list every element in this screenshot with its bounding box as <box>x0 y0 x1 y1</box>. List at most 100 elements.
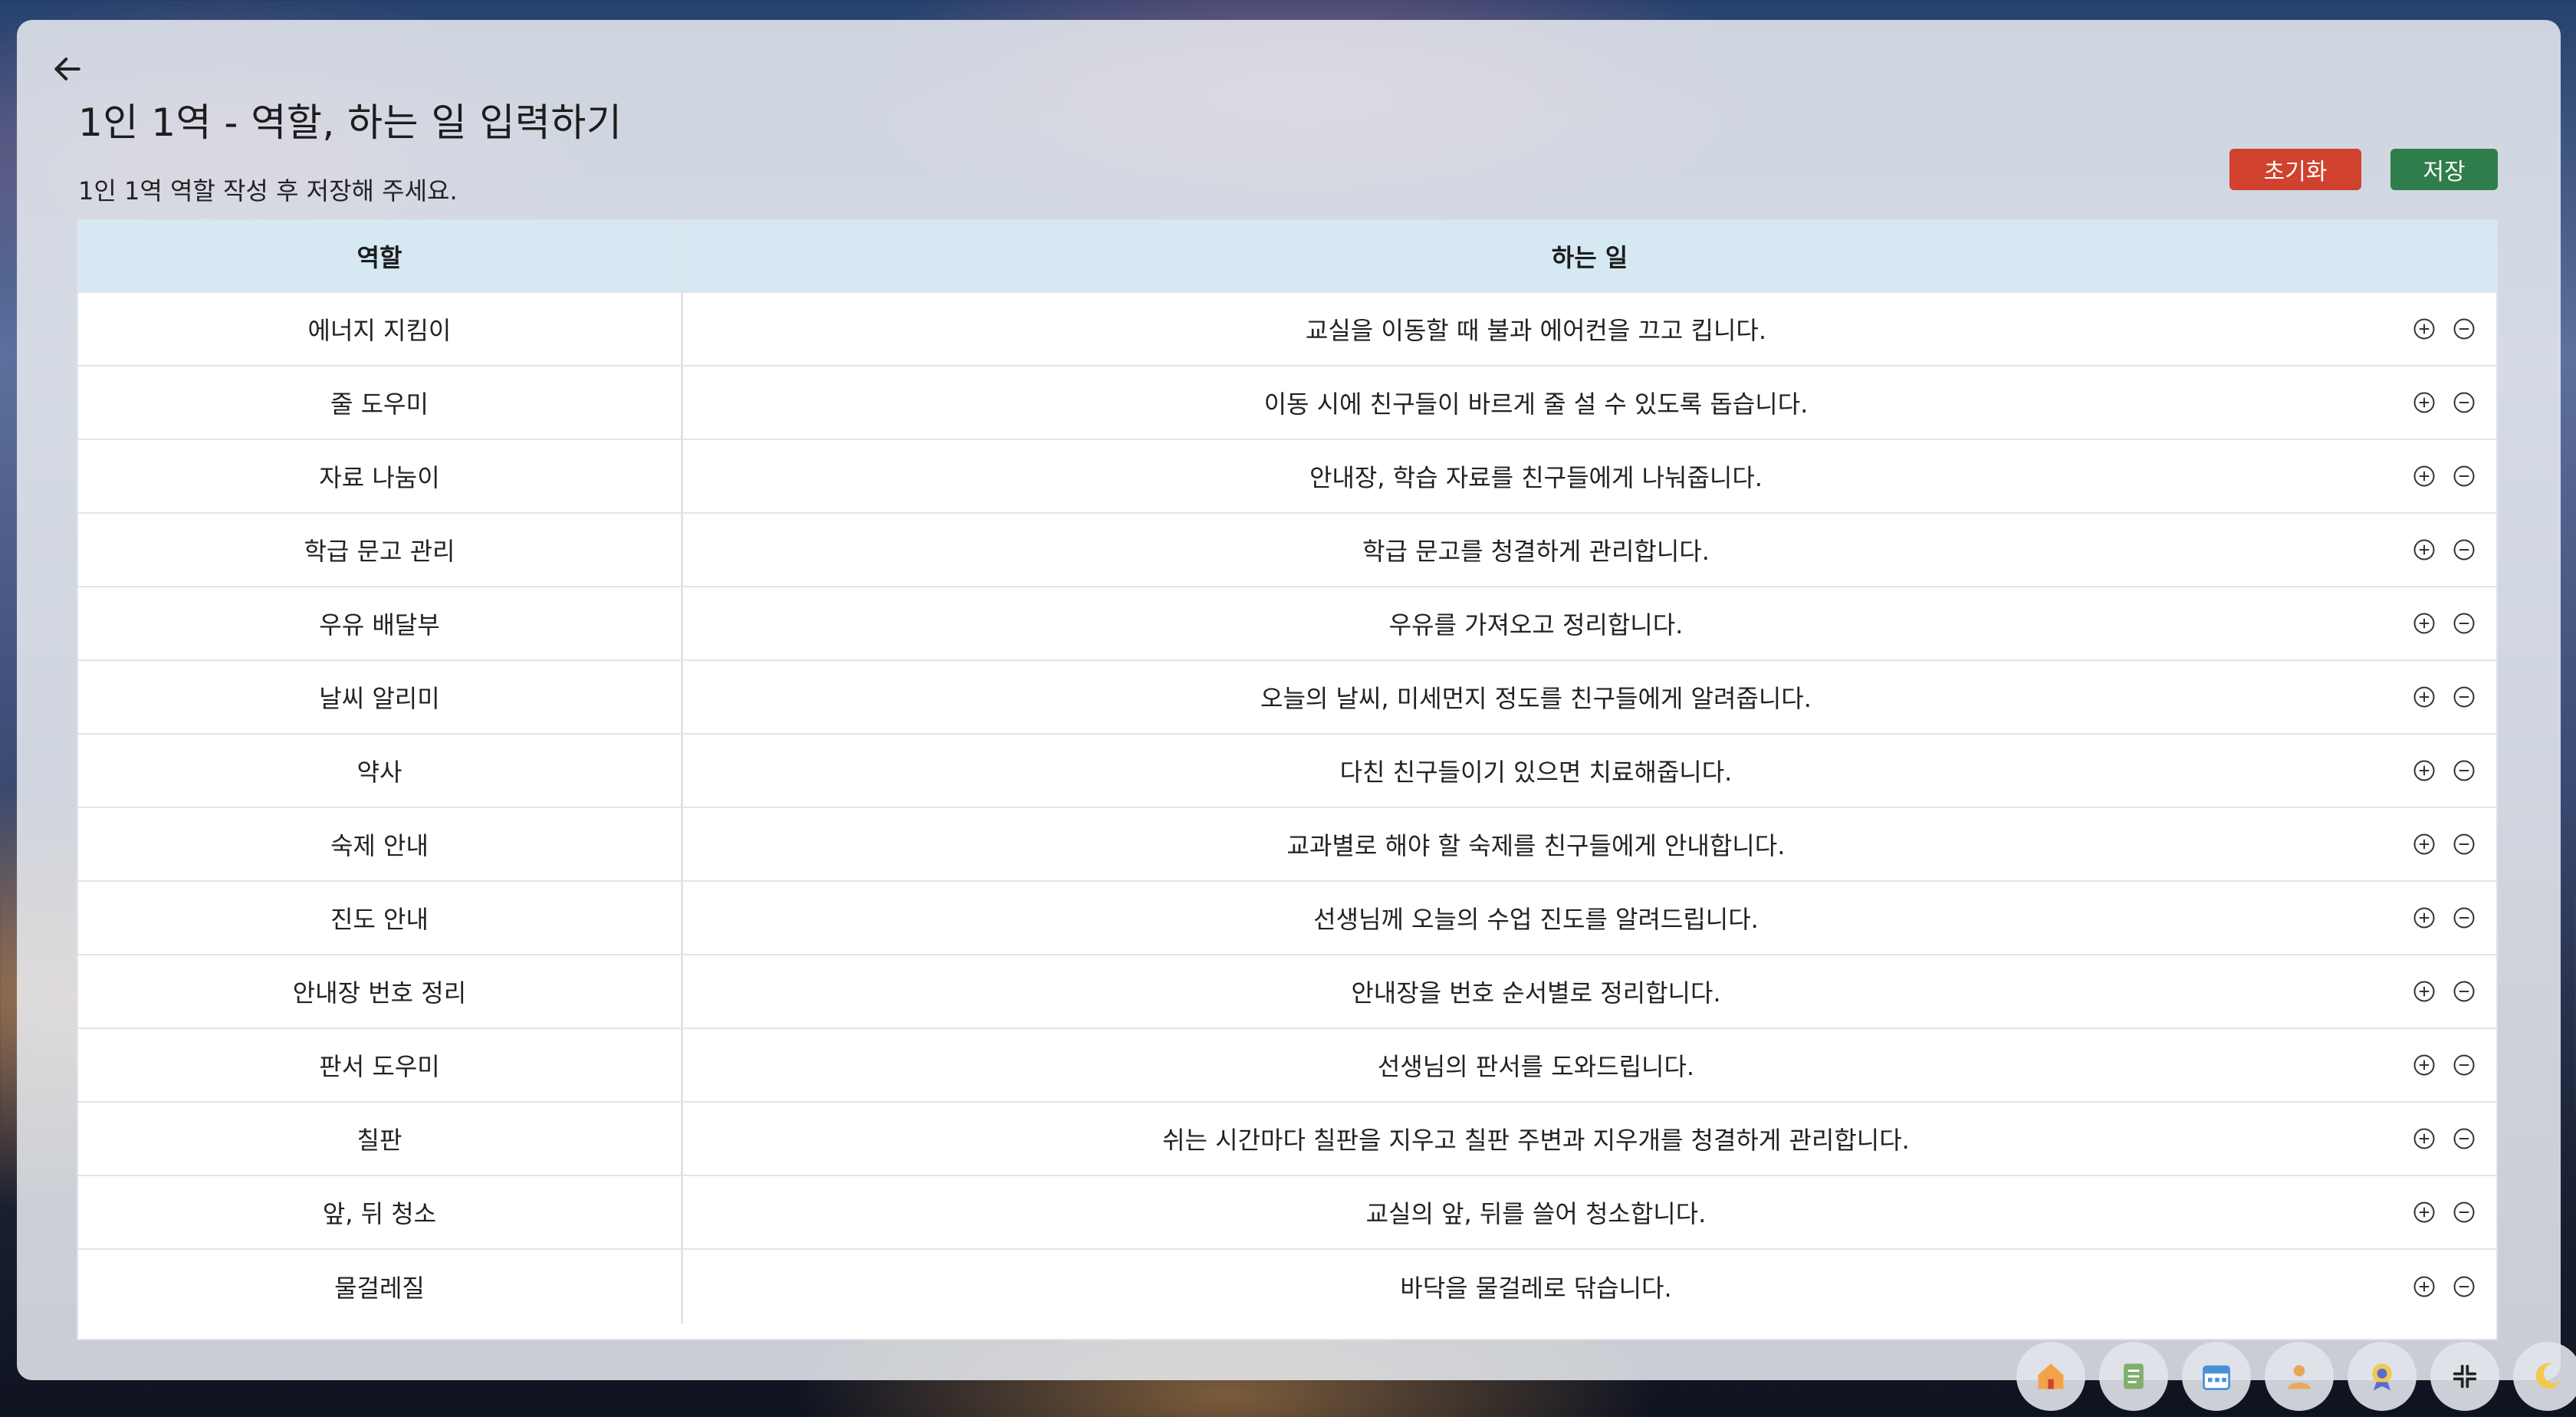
table-row: 우유 배달부 우유를 가져오고 정리합니다. <box>78 587 2496 661</box>
plus-circle-icon <box>2413 833 2435 855</box>
task-cell[interactable]: 선생님께 오늘의 수업 진도를 알려드립니다. <box>683 882 2496 954</box>
task-cell[interactable]: 교과별로 해야 할 숙제를 친구들에게 안내합니다. <box>683 808 2496 880</box>
remove-row-button[interactable] <box>2450 683 2478 711</box>
role-cell[interactable]: 줄 도우미 <box>78 367 683 439</box>
task-cell[interactable]: 이동 시에 친구들이 바르게 줄 설 수 있도록 돕습니다. <box>683 367 2496 439</box>
remove-row-button[interactable] <box>2450 757 2478 784</box>
remove-row-button[interactable] <box>2450 1125 2478 1152</box>
remove-row-button[interactable] <box>2450 536 2478 564</box>
plus-circle-icon <box>2413 981 2435 1002</box>
reset-button[interactable]: 초기화 <box>2229 149 2361 190</box>
dock-person-button[interactable] <box>2265 1342 2334 1411</box>
add-row-button[interactable] <box>2410 683 2438 711</box>
role-cell[interactable]: 앞, 뒤 청소 <box>78 1176 683 1248</box>
task-cell[interactable]: 다친 친구들이기 있으면 치료해줍니다. <box>683 735 2496 807</box>
remove-row-button[interactable] <box>2450 610 2478 637</box>
row-actions <box>2410 661 2478 733</box>
row-actions <box>2410 735 2478 807</box>
task-cell[interactable]: 오늘의 날씨, 미세먼지 정도를 친구들에게 알려줍니다. <box>683 661 2496 733</box>
task-cell[interactable]: 쉬는 시간마다 칠판을 지우고 칠판 주변과 지우개를 청결하게 관리합니다. <box>683 1103 2496 1175</box>
task-text: 안내장, 학습 자료를 친구들에게 나눠줍니다. <box>1309 463 1763 492</box>
role-cell[interactable]: 칠판 <box>78 1103 683 1175</box>
role-cell[interactable]: 숙제 안내 <box>78 808 683 880</box>
plus-circle-icon <box>2413 613 2435 634</box>
remove-row-button[interactable] <box>2450 904 2478 932</box>
role-cell[interactable]: 학급 문고 관리 <box>78 514 683 586</box>
task-text: 이동 시에 친구들이 바르게 줄 설 수 있도록 돕습니다. <box>1263 390 1809 419</box>
task-cell[interactable]: 안내장을 번호 순서별로 정리합니다. <box>683 955 2496 1027</box>
add-row-button[interactable] <box>2410 610 2438 637</box>
add-row-button[interactable] <box>2410 1273 2438 1300</box>
dock-badge-button[interactable] <box>2348 1342 2417 1411</box>
task-cell[interactable]: 선생님의 판서를 도와드립니다. <box>683 1029 2496 1101</box>
table-row: 약사 다친 친구들이기 있으면 치료해줍니다. <box>78 735 2496 808</box>
plus-circle-icon <box>2413 465 2435 487</box>
dock-home-button[interactable] <box>2016 1342 2085 1411</box>
remove-row-button[interactable] <box>2450 315 2478 343</box>
table-row: 진도 안내 선생님께 오늘의 수업 진도를 알려드립니다. <box>78 882 2496 955</box>
task-text: 교실을 이동할 때 불과 에어컨을 끄고 킵니다. <box>1305 316 1767 345</box>
minus-circle-icon <box>2453 686 2475 708</box>
task-text: 교실의 앞, 뒤를 쓸어 청소합니다. <box>1365 1199 1707 1228</box>
task-text: 바닥을 물걸레로 닦습니다. <box>1400 1274 1672 1303</box>
minus-circle-icon <box>2453 1202 2475 1223</box>
notes-icon <box>2124 1363 2144 1389</box>
instruction-text: 1인 1역 역할 작성 후 저장해 주세요. <box>78 176 458 205</box>
plus-circle-icon <box>2413 1276 2435 1297</box>
remove-row-button[interactable] <box>2450 1198 2478 1226</box>
role-cell[interactable]: 에너지 지킴이 <box>78 293 683 365</box>
collapse-icon <box>2453 1364 2477 1389</box>
role-cell[interactable]: 판서 도우미 <box>78 1029 683 1101</box>
plus-circle-icon <box>2413 907 2435 929</box>
role-cell[interactable]: 날씨 알리미 <box>78 661 683 733</box>
add-row-button[interactable] <box>2410 1125 2438 1152</box>
minus-circle-icon <box>2453 907 2475 929</box>
add-row-button[interactable] <box>2410 536 2438 564</box>
remove-row-button[interactable] <box>2450 389 2478 416</box>
add-row-button[interactable] <box>2410 315 2438 343</box>
add-row-button[interactable] <box>2410 1051 2438 1079</box>
add-row-button[interactable] <box>2410 462 2438 490</box>
add-row-button[interactable] <box>2410 389 2438 416</box>
task-cell[interactable]: 안내장, 학습 자료를 친구들에게 나눠줍니다. <box>683 440 2496 512</box>
add-row-button[interactable] <box>2410 757 2438 784</box>
row-actions <box>2410 367 2478 439</box>
dock-calendar-button[interactable] <box>2182 1342 2251 1411</box>
remove-row-button[interactable] <box>2450 462 2478 490</box>
task-text: 선생님께 오늘의 수업 진도를 알려드립니다. <box>1313 905 1759 934</box>
person-icon <box>2288 1365 2311 1389</box>
role-cell[interactable]: 안내장 번호 정리 <box>78 955 683 1027</box>
add-row-button[interactable] <box>2410 978 2438 1005</box>
minus-circle-icon <box>2453 318 2475 340</box>
task-cell[interactable]: 교실을 이동할 때 불과 에어컨을 끄고 킵니다. <box>683 293 2496 365</box>
remove-row-button[interactable] <box>2450 978 2478 1005</box>
remove-row-button[interactable] <box>2450 1273 2478 1300</box>
remove-row-button[interactable] <box>2450 830 2478 858</box>
row-actions <box>2410 955 2478 1027</box>
role-cell[interactable]: 진도 안내 <box>78 882 683 954</box>
role-cell[interactable]: 자료 나눔이 <box>78 440 683 512</box>
plus-circle-icon <box>2413 760 2435 781</box>
add-row-button[interactable] <box>2410 1198 2438 1226</box>
task-cell[interactable]: 바닥을 물걸레로 닦습니다. <box>683 1250 2496 1323</box>
row-actions <box>2410 1250 2478 1323</box>
remove-row-button[interactable] <box>2450 1051 2478 1079</box>
role-cell[interactable]: 우유 배달부 <box>78 587 683 659</box>
dock-theme-button[interactable] <box>2513 1342 2576 1411</box>
minus-circle-icon <box>2453 833 2475 855</box>
save-button[interactable]: 저장 <box>2390 149 2498 190</box>
task-cell[interactable]: 교실의 앞, 뒤를 쓸어 청소합니다. <box>683 1176 2496 1248</box>
row-actions <box>2410 1176 2478 1248</box>
dock-collapse-button[interactable] <box>2430 1342 2499 1411</box>
role-cell[interactable]: 물걸레질 <box>78 1250 683 1323</box>
add-row-button[interactable] <box>2410 904 2438 932</box>
table-row: 칠판 쉬는 시간마다 칠판을 지우고 칠판 주변과 지우개를 청결하게 관리합니다… <box>78 1103 2496 1176</box>
task-cell[interactable]: 우유를 가져오고 정리합니다. <box>683 587 2496 659</box>
role-cell[interactable]: 약사 <box>78 735 683 807</box>
task-cell[interactable]: 학급 문고를 청결하게 관리합니다. <box>683 514 2496 586</box>
minus-circle-icon <box>2453 465 2475 487</box>
add-row-button[interactable] <box>2410 830 2438 858</box>
task-text: 선생님의 판서를 도와드립니다. <box>1377 1052 1695 1081</box>
dock-notes-button[interactable] <box>2099 1342 2168 1411</box>
taskbar-dock <box>2016 1342 2576 1415</box>
